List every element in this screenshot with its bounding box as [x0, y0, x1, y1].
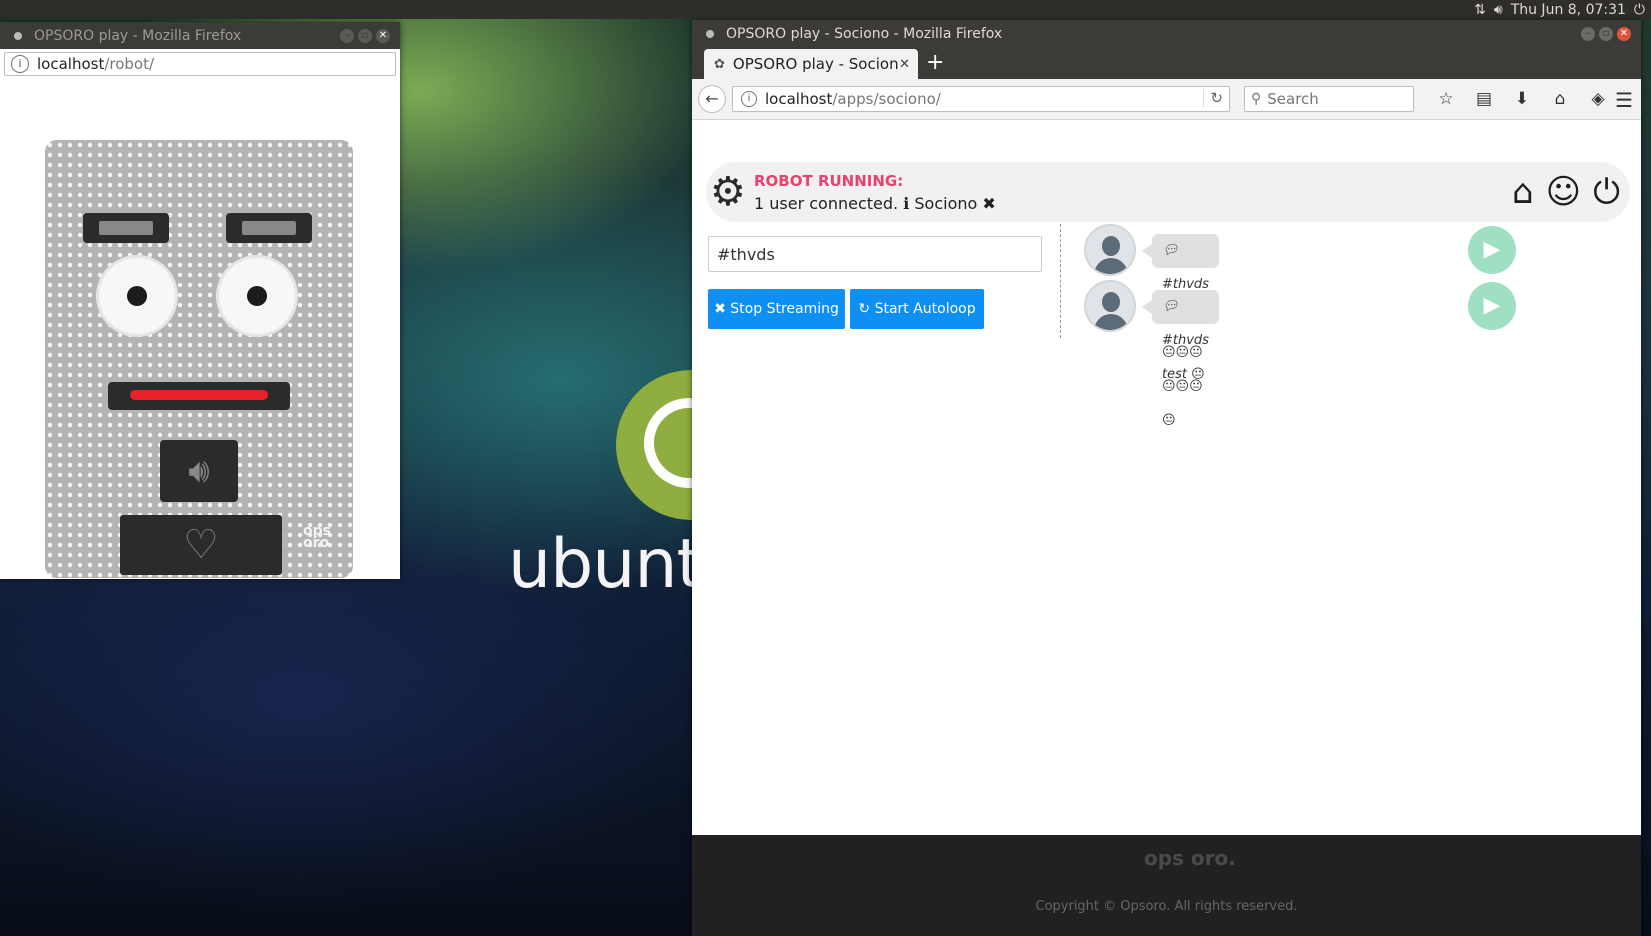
comment-icon: 💬︎: [1162, 243, 1179, 258]
minimize-button[interactable]: –: [340, 28, 354, 43]
comment-icon: 💬︎: [1162, 299, 1179, 314]
stop-streaming-label: Stop Streaming: [730, 301, 839, 317]
tab-label: OPSORO play - Sociono: [732, 55, 900, 73]
column-divider: [1060, 224, 1061, 338]
robot-window-title: OPSORO play - Mozilla Firefox: [34, 27, 242, 44]
hashtag-input[interactable]: #thvds: [708, 236, 1042, 272]
top-panel: ⇅ 🔊︎ Thu Jun 8, 07:31 ⏻: [0, 0, 1651, 19]
right-eyebrow-servo: [226, 213, 312, 243]
search-input[interactable]: ⚲ Search: [1244, 86, 1414, 112]
avatar: [1084, 224, 1136, 276]
tab-sociono[interactable]: ✿ OPSORO play - Sociono ✕: [704, 49, 918, 79]
new-tab-button[interactable]: +: [926, 51, 944, 75]
footer-logo: ops oro.: [1144, 846, 1236, 870]
url-host: localhost: [765, 90, 833, 108]
avatar: [1084, 280, 1136, 332]
post-text: #thvds test 😐: [1162, 333, 1209, 382]
network-icon[interactable]: ⇅: [1474, 2, 1486, 18]
heart-icon: ♡: [120, 515, 282, 575]
navigation-toolbar: ← i localhost/apps/sociono/ ↻ ⚲ Search ☆…: [692, 79, 1641, 120]
robot-status-bar: ⚙ ROBOT RUNNING: 1 user connected. ℹ Soc…: [706, 162, 1630, 222]
close-button[interactable]: ✕: [1617, 26, 1631, 41]
sociono-window: OPSORO play - Sociono - Mozilla Firefox …: [692, 20, 1641, 936]
status-title: ROBOT RUNNING:: [754, 172, 904, 190]
url-path: /robot/: [104, 55, 155, 73]
bookmark-star-icon[interactable]: ☆: [1436, 89, 1456, 109]
robot-url-bar[interactable]: i localhost/robot/: [4, 52, 396, 76]
reading-list-icon[interactable]: ▤: [1474, 89, 1494, 109]
copyright-text: Copyright © Opsoro. All rights reserved.: [1035, 899, 1298, 914]
users-connected-text: 1 user connected.: [754, 194, 899, 213]
info-icon: ℹ: [903, 194, 910, 213]
app-name: Sociono: [914, 194, 978, 213]
home-icon[interactable]: ⌂: [1550, 89, 1570, 109]
left-eyebrow-servo: [83, 213, 169, 243]
robot-face-panel: 🔊︎ ♡ ops oro: [45, 140, 353, 578]
opsoro-logo: ops oro: [303, 523, 331, 551]
site-info-icon[interactable]: i: [11, 55, 29, 73]
mouth-bar: [130, 390, 268, 400]
power-icon[interactable]: ⏻: [1593, 172, 1620, 212]
search-icon: ⚲: [1251, 91, 1262, 107]
maximize-button[interactable]: ▫: [358, 28, 372, 43]
robot-window-titlebar[interactable]: OPSORO play - Mozilla Firefox – ▫ ✕: [0, 22, 400, 49]
minimize-button[interactable]: –: [1581, 26, 1595, 41]
sociono-window-title: OPSORO play - Sociono - Mozilla Firefox: [726, 25, 1003, 42]
x-icon: ✖: [714, 301, 731, 317]
url-bar[interactable]: i localhost/apps/sociono/ ↻: [732, 86, 1230, 112]
start-autoloop-label: Start Autoloop: [874, 301, 976, 317]
robot-window: OPSORO play - Mozilla Firefox – ▫ ✕ i lo…: [0, 22, 400, 579]
site-info-icon[interactable]: i: [741, 91, 757, 107]
close-app-icon[interactable]: ✖: [982, 194, 995, 213]
smiley-icon[interactable]: ☺: [1546, 172, 1581, 212]
tab-close-icon[interactable]: ✕: [899, 57, 910, 72]
right-eye: [219, 258, 295, 334]
power-menu-icon[interactable]: ⏻: [1634, 2, 1645, 18]
page-footer: ops oro. Copyright © Opsoro. All rights …: [692, 835, 1641, 936]
url-host: localhost: [37, 55, 105, 73]
left-eye: [99, 258, 175, 334]
right-pupil: [247, 286, 267, 306]
start-autoloop-button[interactable]: ↻ Start Autoloop: [850, 289, 984, 329]
gear-icon[interactable]: ⚙: [710, 172, 746, 212]
maximize-button[interactable]: ▫: [1599, 26, 1613, 41]
play-button[interactable]: ▶: [1468, 282, 1516, 330]
back-button[interactable]: ←: [698, 85, 726, 113]
clock[interactable]: Thu Jun 8, 07:31: [1511, 2, 1626, 18]
speaker-icon: 🔊︎: [160, 440, 238, 502]
pocket-icon[interactable]: ◈: [1588, 89, 1608, 109]
stop-streaming-button[interactable]: ✖ Stop Streaming: [708, 289, 845, 329]
post-bubble: 💬︎ #thvds test 2 😐😐😐😐😐😐😐: [1142, 234, 1219, 428]
left-pupil: [127, 286, 147, 306]
window-indicator-icon: [706, 29, 714, 38]
close-button[interactable]: ✕: [376, 28, 390, 43]
hamburger-menu-icon[interactable]: ☰: [1615, 88, 1633, 112]
reload-icon[interactable]: ↻: [1203, 89, 1223, 107]
home-icon[interactable]: ⌂: [1512, 172, 1534, 212]
tab-strip: ✿ OPSORO play - Sociono ✕ +: [692, 47, 1641, 79]
download-icon[interactable]: ⬇: [1512, 89, 1532, 109]
play-button[interactable]: ▶: [1468, 226, 1516, 274]
refresh-icon: ↻: [858, 301, 875, 317]
volume-icon[interactable]: 🔊︎: [1494, 2, 1503, 18]
window-indicator-icon: [14, 31, 22, 40]
search-placeholder: Search: [1267, 90, 1319, 108]
status-line: 1 user connected. ℹ Sociono ✖: [754, 194, 996, 213]
tab-favicon-icon: ✿: [714, 56, 725, 72]
url-path: /apps/sociono/: [832, 90, 941, 108]
sociono-window-titlebar[interactable]: OPSORO play - Sociono - Mozilla Firefox …: [692, 20, 1641, 47]
post-bubble: 💬︎ #thvds test 😐: [1142, 290, 1219, 382]
page-content: ⚙ ROBOT RUNNING: 1 user connected. ℹ Soc…: [692, 152, 1641, 812]
